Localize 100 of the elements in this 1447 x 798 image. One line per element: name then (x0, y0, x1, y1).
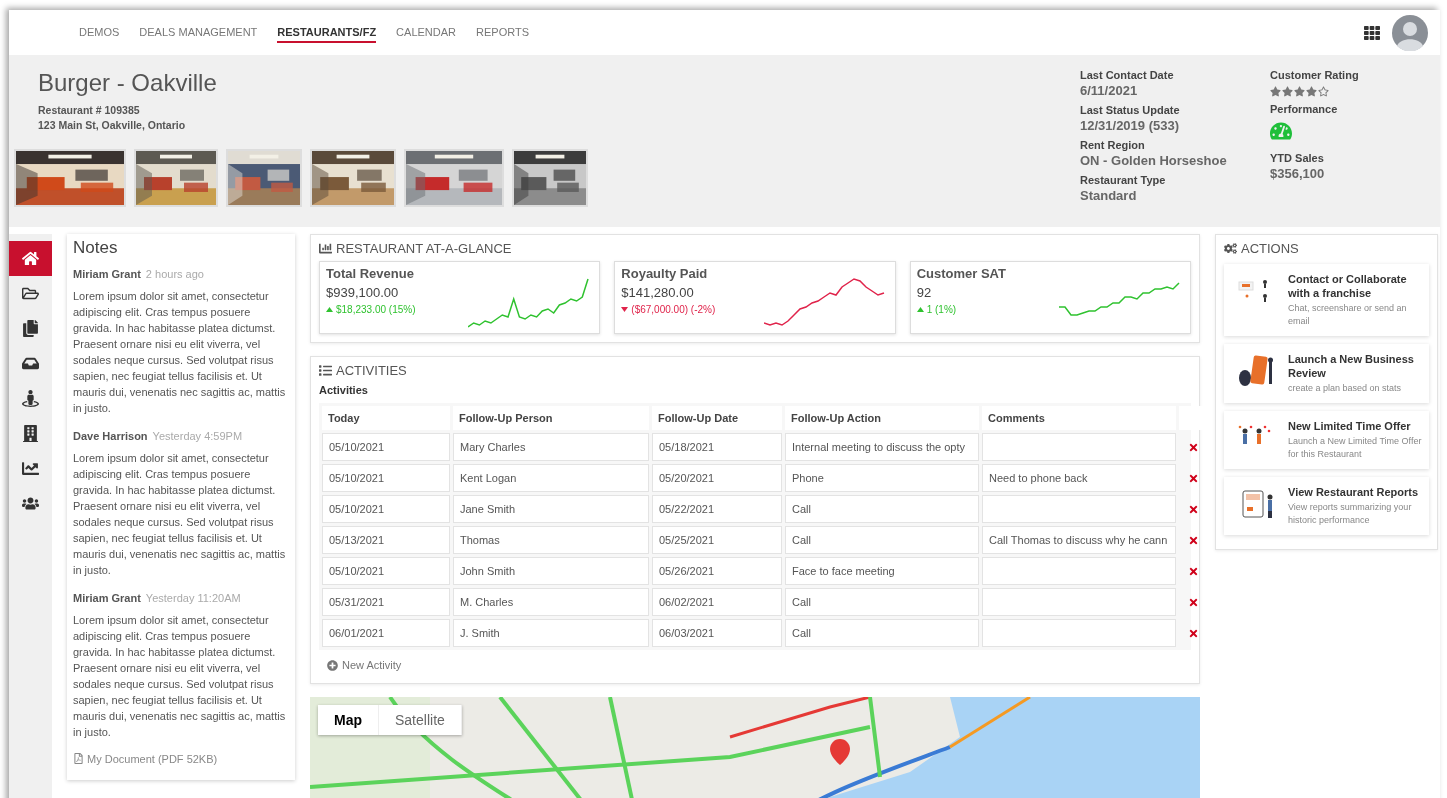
apps-grid-icon[interactable] (1364, 24, 1380, 41)
table-field[interactable]: Internal meeting to discuss the opty (785, 433, 979, 461)
table-field[interactable]: 05/18/2021 (652, 433, 782, 461)
star-icon (1318, 86, 1329, 97)
table-field[interactable]: Need to phone back (982, 464, 1176, 492)
table-field[interactable]: Call (785, 588, 979, 616)
table-field[interactable]: Kent Logan (453, 464, 649, 492)
action-description: Launch a New Limited Time Offer for this Restaurant (1288, 435, 1423, 461)
home-icon (22, 250, 39, 267)
note-text: Lorem ipsum dolor sit amet, consectetur adipiscing elit. Cras tempus posuere gravida. In hac habitasse platea dictumst. Praesent ornare nisi eu elit viverra, vel sodales neque cursus. Sed volutpat risus sapien, nec feugiat tellus facilisis et. Ut mauris dui, venenatis nec sagittis ac, mattis in justo. (73, 451, 287, 578)
info-value: ON - Golden Horseshoe (1080, 153, 1228, 168)
table-field[interactable]: 05/31/2021 (322, 588, 450, 616)
new-activity-link[interactable]: New Activity (327, 659, 402, 671)
table-field[interactable] (982, 588, 1176, 616)
star-icon (1282, 86, 1293, 97)
table-field[interactable]: Call (785, 495, 979, 523)
table-field[interactable]: 05/25/2021 (652, 526, 782, 554)
table-field[interactable]: 06/01/2021 (322, 619, 450, 647)
table-field[interactable]: J. Smith (453, 619, 649, 647)
action-title: Launch a New Business Review (1288, 352, 1415, 380)
table-field[interactable]: John Smith (453, 557, 649, 585)
kpi-title: Total Revenue (326, 266, 415, 281)
panel-title: RESTAURANT AT-A-GLANCE (336, 241, 512, 256)
action-card[interactable]: Contact or Collaborate with a franchise Chat, screenshare or send an email (1224, 264, 1429, 336)
action-card[interactable]: Launch a New Business Review create a plan based on stats (1224, 344, 1429, 403)
info-label: Rent Region (1080, 139, 1146, 151)
nav-link[interactable]: DEALS MANAGEMENT (139, 22, 258, 43)
map-tab[interactable]: Satellite (379, 705, 462, 735)
info-value: $356,100 (1270, 166, 1326, 181)
info-value: 12/31/2019 (533) (1080, 118, 1181, 133)
table-field[interactable]: 05/10/2021 (322, 464, 450, 492)
sidebar-button[interactable] (9, 241, 52, 276)
gears-icon (1224, 242, 1237, 255)
column-header: Today (322, 406, 450, 430)
table-field[interactable]: 06/03/2021 (652, 619, 782, 647)
nav-link[interactable]: RESTAURANTS/FZ (277, 22, 377, 43)
restaurant-address: 123 Main St, Oakville, Ontario (38, 118, 187, 133)
folder-icon (22, 285, 39, 302)
restaurant-number: Restaurant # 109385 (38, 103, 141, 118)
table-field[interactable]: 05/10/2021 (322, 495, 450, 523)
restaurant-title: Burger - Oakville (38, 69, 218, 97)
table-field[interactable] (982, 433, 1176, 461)
pdf-icon (73, 753, 84, 764)
note-author: Miriam Grant (73, 592, 141, 604)
plus-icon (327, 659, 338, 671)
info-value: 6/11/2021 (1080, 83, 1139, 98)
user-avatar[interactable] (1392, 14, 1428, 51)
action-title: New Limited Time Offer (1288, 419, 1412, 433)
table-field[interactable]: 05/26/2021 (652, 557, 782, 585)
table-field[interactable]: 05/22/2021 (652, 495, 782, 523)
table-field[interactable]: Thomas (453, 526, 649, 554)
nav-link[interactable]: REPORTS (476, 22, 529, 43)
table-field[interactable]: 05/10/2021 (322, 557, 450, 585)
note-text: Lorem ipsum dolor sit amet, consectetur adipiscing elit. Cras tempus posuere gravida. In hac habitasse platea dictumst. Praesent ornare nisi eu elit viverra, vel sodales neque cursus. Sed volutpat risus sapien, nec feugiat tellus facilisis et. Ut mauris dui, venenatis nec sagittis ac, mattis in justo. (73, 289, 287, 416)
map-tab[interactable]: Map (318, 705, 379, 735)
bar-chart-icon (319, 242, 332, 255)
action-description: Chat, screenshare or send an email (1288, 302, 1408, 328)
nav-link[interactable]: DEMOS (79, 22, 120, 43)
users-icon (22, 495, 39, 512)
info-label: Restaurant Type (1080, 174, 1167, 186)
table-field[interactable]: 06/02/2021 (652, 588, 782, 616)
note-author: Miriam Grant (73, 268, 141, 280)
info-value: Standard (1080, 188, 1138, 203)
column-header: Follow-Up Person (453, 406, 649, 430)
nav-link[interactable]: CALENDAR (396, 22, 456, 43)
table-field[interactable]: Call (785, 619, 979, 647)
note-time: 2 hours ago (145, 268, 204, 280)
star-icon (1306, 86, 1317, 97)
kpi-value: $141,280.00 (621, 285, 695, 300)
table-field[interactable]: Phone (785, 464, 979, 492)
action-description: create a plan based on stats (1288, 382, 1403, 395)
panel-title: ACTIVITIES (336, 363, 407, 378)
action-title: View Restaurant Reports (1288, 485, 1419, 499)
table-field[interactable]: Mary Charles (453, 433, 649, 461)
action-card[interactable]: New Limited Time Offer Launch a New Limited Time Offer for this Restaurant (1224, 411, 1429, 469)
table-field[interactable] (982, 619, 1176, 647)
table-field[interactable]: 05/20/2021 (652, 464, 782, 492)
gauge-icon (1270, 120, 1292, 142)
star-icon (1294, 86, 1305, 97)
column-header: Follow-Up Date (652, 406, 782, 430)
attachment-link[interactable]: My Document (PDF 52KB) (73, 752, 218, 765)
kpi-title: Customer SAT (916, 266, 1007, 281)
close-icon (1187, 565, 1199, 577)
table-field[interactable]: 05/10/2021 (322, 433, 450, 461)
table-field[interactable]: Call Thomas to discuss why he cann (982, 526, 1176, 554)
table-field[interactable]: 05/13/2021 (322, 526, 450, 554)
table-field[interactable] (982, 495, 1176, 523)
kpi-title: Royaulty Paid (621, 266, 709, 281)
note-author: Dave Harrison (73, 430, 148, 442)
table-field[interactable]: Jane Smith (453, 495, 649, 523)
info-label: Performance (1270, 103, 1339, 115)
note-time: Yesterday 4:59PM (152, 430, 243, 442)
table-field[interactable]: Face to face meeting (785, 557, 979, 585)
table-field[interactable]: Call (785, 526, 979, 554)
building-icon (22, 425, 39, 442)
action-card[interactable]: View Restaurant Reports View reports summarizing your historic performance (1224, 477, 1429, 535)
action-title: Contact or Collaborate with a franchise (1288, 272, 1408, 300)
table-field[interactable] (982, 557, 1176, 585)
close-icon (1187, 503, 1199, 515)
table-field[interactable]: M. Charles (453, 588, 649, 616)
